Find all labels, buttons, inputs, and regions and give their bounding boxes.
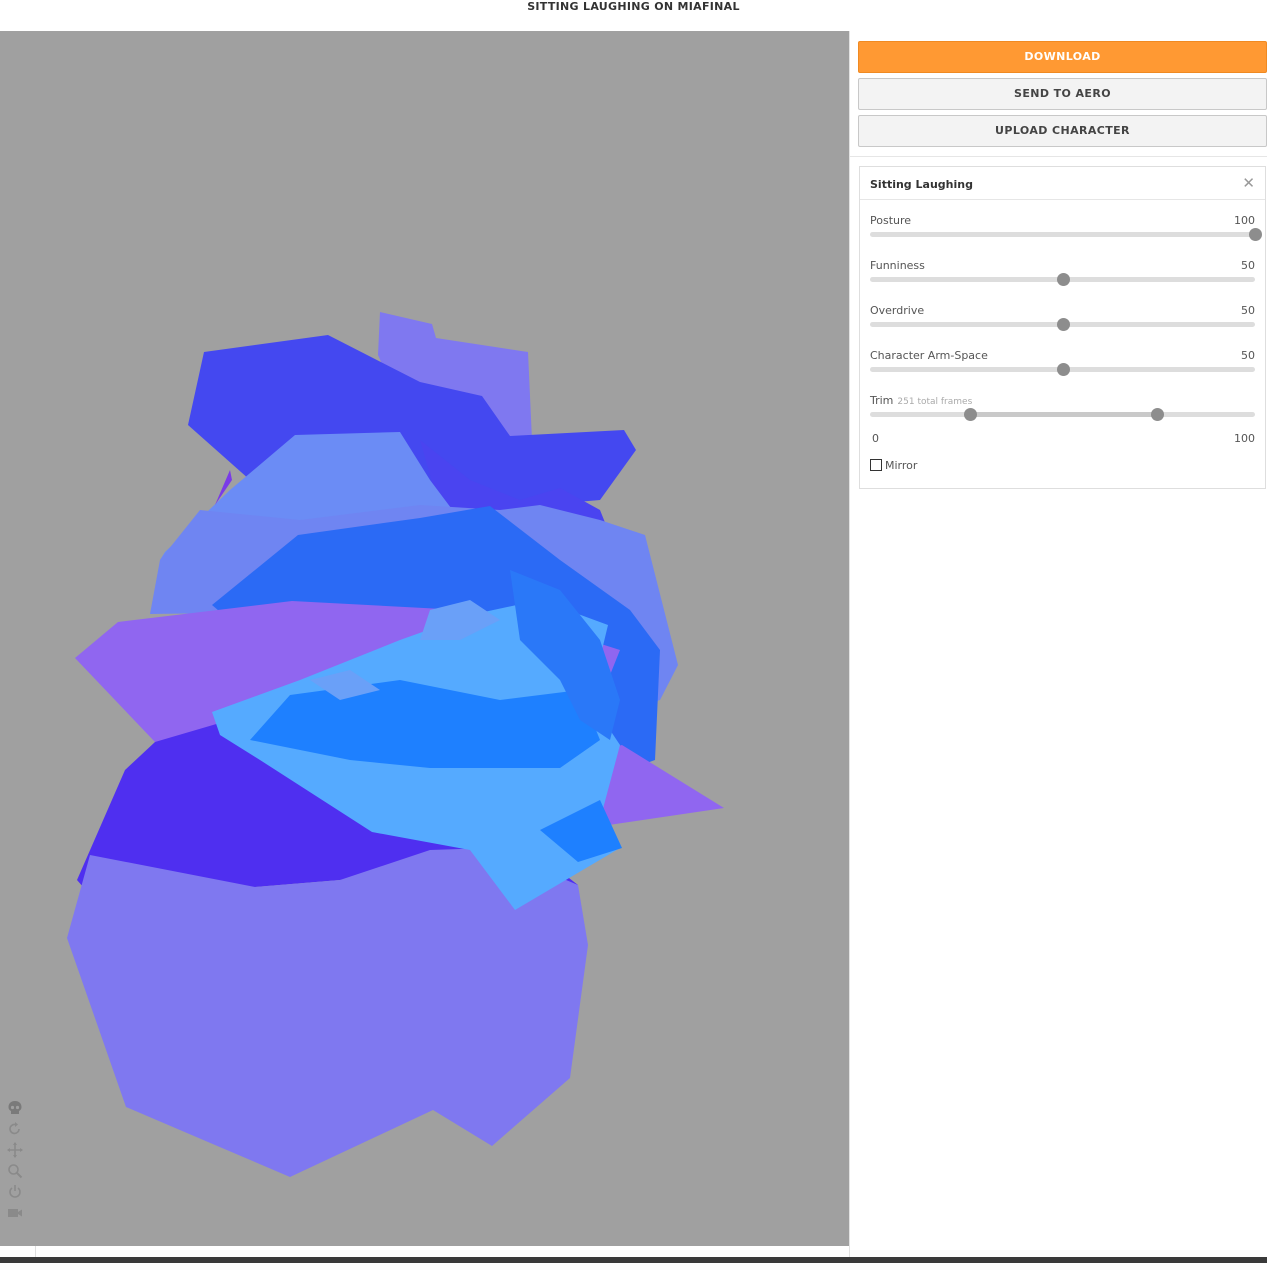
posture-label: Posture bbox=[870, 214, 912, 227]
mirror-label: Mirror bbox=[885, 459, 918, 472]
animation-settings-card: Sitting Laughing ✕ Posture 100 Funniness… bbox=[859, 166, 1266, 489]
skull-icon[interactable] bbox=[6, 1099, 24, 1117]
trim-selected-range bbox=[970, 412, 1157, 417]
download-button[interactable]: DOWNLOAD bbox=[858, 41, 1267, 73]
arm-space-slider-row: Character Arm-Space 50 bbox=[870, 349, 1255, 389]
posture-slider-handle[interactable] bbox=[1249, 228, 1262, 241]
trim-slider-row: Trim 251 total frames bbox=[870, 394, 1255, 434]
side-panel: DOWNLOAD SEND TO AERO UPLOAD CHARACTER S… bbox=[850, 31, 1267, 1257]
viewport-toolbar bbox=[6, 1099, 26, 1225]
trim-start-handle[interactable] bbox=[964, 408, 978, 421]
bottom-bar bbox=[0, 1257, 1267, 1263]
timeline-strip bbox=[0, 1246, 849, 1257]
page-title: SITTING LAUGHING ON MIAFINAL bbox=[527, 0, 740, 13]
trim-min-label: 0 bbox=[872, 432, 879, 445]
arm-space-value: 50 bbox=[1241, 349, 1255, 362]
funniness-slider-handle[interactable] bbox=[1056, 273, 1070, 286]
power-icon[interactable] bbox=[6, 1183, 24, 1201]
funniness-label: Funniness bbox=[870, 259, 925, 272]
send-to-aero-button[interactable]: SEND TO AERO bbox=[858, 78, 1267, 110]
trim-label: Trim 251 total frames bbox=[870, 394, 972, 407]
overdrive-value: 50 bbox=[1241, 304, 1255, 317]
mirror-checkbox[interactable] bbox=[870, 459, 882, 471]
zoom-icon[interactable] bbox=[6, 1162, 24, 1180]
3d-viewport[interactable] bbox=[0, 31, 849, 1246]
arm-space-label: Character Arm-Space bbox=[870, 349, 988, 362]
character-mesh[interactable] bbox=[0, 31, 849, 1246]
close-icon[interactable]: ✕ bbox=[1242, 175, 1255, 191]
mirror-option: Mirror bbox=[870, 459, 917, 472]
upload-character-button[interactable]: UPLOAD CHARACTER bbox=[858, 115, 1267, 147]
card-header: Sitting Laughing ✕ bbox=[860, 167, 1265, 200]
funniness-slider[interactable] bbox=[870, 273, 1255, 286]
timeline-tick bbox=[35, 1246, 36, 1257]
animation-title: Sitting Laughing bbox=[870, 178, 973, 191]
posture-slider[interactable] bbox=[870, 228, 1262, 241]
posture-value: 100 bbox=[1234, 214, 1255, 227]
arm-space-slider[interactable] bbox=[870, 363, 1255, 376]
move-icon[interactable] bbox=[6, 1141, 24, 1159]
camera-icon[interactable] bbox=[6, 1204, 24, 1222]
top-bar: SITTING LAUGHING ON MIAFINAL bbox=[0, 0, 1267, 31]
arm-space-slider-handle[interactable] bbox=[1056, 363, 1070, 376]
funniness-slider-row: Funniness 50 bbox=[870, 259, 1255, 299]
overdrive-slider-row: Overdrive 50 bbox=[870, 304, 1255, 344]
overdrive-slider-handle[interactable] bbox=[1056, 318, 1070, 331]
overdrive-slider[interactable] bbox=[870, 318, 1255, 331]
trim-label-text: Trim bbox=[870, 394, 894, 407]
panel-separator bbox=[850, 156, 1267, 157]
trim-end-handle[interactable] bbox=[1150, 408, 1164, 421]
overdrive-label: Overdrive bbox=[870, 304, 925, 317]
trim-frame-count: 251 total frames bbox=[897, 397, 973, 407]
rotate-icon[interactable] bbox=[6, 1120, 24, 1138]
posture-slider-row: Posture 100 bbox=[870, 214, 1262, 254]
funniness-value: 50 bbox=[1241, 259, 1255, 272]
trim-slider[interactable] bbox=[870, 408, 1255, 421]
trim-max-label: 100 bbox=[1234, 432, 1255, 445]
